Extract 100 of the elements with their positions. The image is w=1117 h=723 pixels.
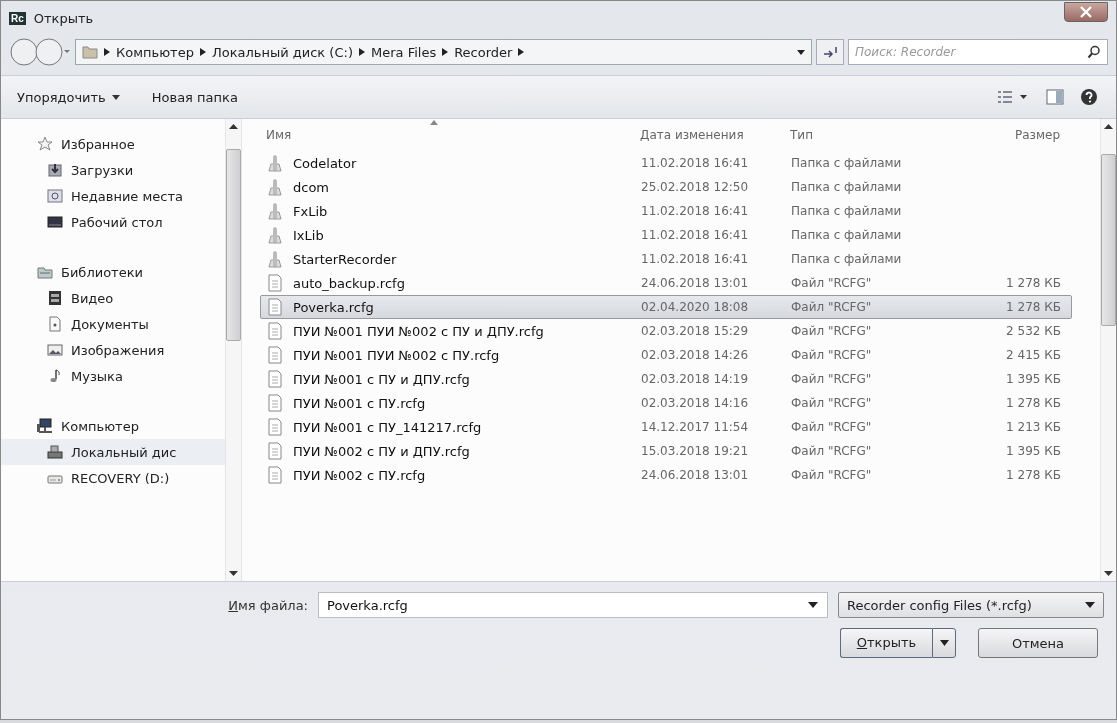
scroll-up-icon[interactable]: [1104, 123, 1113, 129]
file-row[interactable]: dcom 25.02.2018 12:50 Папка с файлами: [260, 175, 1072, 199]
scroll-down-icon[interactable]: [1104, 571, 1113, 577]
breadcrumb-item[interactable]: Компьютер: [116, 44, 194, 60]
sort-arrow-icon: [430, 120, 438, 125]
table-cell-text: Папка с файлами: [791, 252, 903, 266]
sidebar-item[interactable]: Видео: [71, 290, 114, 306]
file-name: ПУИ №001 с ПУ и ДПУ.rcfg: [293, 371, 470, 387]
computer-icon: [37, 418, 53, 434]
toolbar-button[interactable]: Новая папка: [145, 85, 244, 109]
file-name-field[interactable]: Poverka.rcfg: [318, 592, 828, 618]
chevron-icon: [358, 48, 365, 56]
dropdown-button[interactable]: [932, 628, 956, 658]
file-row[interactable]: IxLib 11.02.2018 16:41 Папка с файлами: [260, 223, 1072, 247]
column-header[interactable]: Размер: [950, 119, 1060, 151]
table-cell: 1 278 КБ: [1006, 300, 1061, 314]
file-row[interactable]: ПУИ №002 с ПУ и ДПУ.rcfg 15.03.2018 19:21 Файл "RCFG" 1 395 КБ: [260, 439, 1072, 463]
folder-icon: [267, 250, 283, 268]
file-row[interactable]: Codelator 11.02.2018 16:41 Папка с файлами: [260, 151, 1072, 175]
scroll-down-icon[interactable]: [229, 571, 238, 577]
address-bar[interactable]: Компьютер Локальный диск (C:) Mera Files Recorder: [75, 39, 812, 65]
table-cell: 2 415 КБ: [1006, 348, 1061, 362]
column-header[interactable]: Дата изменения: [640, 119, 790, 151]
picture-icon: [47, 342, 63, 358]
file-row[interactable]: ПУИ №001 с ПУ.rcfg 02.03.2018 14:16 Файл "RCFG" 1 278 КБ: [260, 391, 1072, 415]
table-cell-text: 02.03.2018 14:26: [641, 348, 750, 362]
file-name: ПУИ №001 с ПУ.rcfg: [293, 395, 426, 411]
column-header[interactable]: Имя: [260, 119, 640, 151]
sidebar-item[interactable]: Музыка: [71, 368, 123, 384]
table-cell-text: 02.04.2020 18:08: [641, 300, 750, 314]
document-icon: [267, 370, 283, 388]
file-row[interactable]: ПУИ №002 с ПУ.rcfg 24.06.2018 13:01 Файл "RCFG" 1 278 КБ: [260, 463, 1072, 487]
table-cell-text: 24.06.2018 13:01: [641, 276, 750, 290]
caret-icon: [1085, 602, 1095, 608]
file-row[interactable]: ПУИ №001 с ПУ_141217.rcfg 14.12.2017 11:54 Файл "RCFG" 1 213 КБ: [260, 415, 1072, 439]
cancel-button[interactable]: Отмена: [978, 628, 1098, 658]
sidebar-item[interactable]: Недавние места: [71, 188, 183, 204]
folder-icon: [267, 226, 283, 244]
table-cell-text: Файл "RCFG": [791, 420, 873, 434]
caret-icon[interactable]: [808, 602, 818, 608]
table-cell-text: Папка с файлами: [791, 204, 903, 218]
window-title: Открыть: [33, 10, 94, 26]
table-cell: 1 278 КБ: [1006, 396, 1061, 410]
caret-icon: [939, 640, 949, 646]
search-field[interactable]: Поиск: Recorder: [848, 39, 1108, 65]
sidebar-item[interactable]: Документы: [71, 316, 149, 332]
chevron-icon: [104, 48, 110, 56]
toolbar-button[interactable]: Упорядочить: [11, 85, 126, 109]
table-cell-text: Папка с файлами: [791, 156, 903, 170]
table-cell: 1 395 КБ: [1006, 372, 1061, 386]
file-name: ПУИ №001 ПУИ №002 с ПУ и ДПУ.rcfg: [293, 323, 544, 339]
file-type-dropdown[interactable]: Recorder config Files (*.rcfg): [838, 592, 1104, 618]
sidebar-item[interactable]: Избранное: [61, 136, 135, 152]
sidebar-item[interactable]: Библиотеки: [61, 264, 143, 280]
chevron-icon: [442, 48, 449, 56]
breadcrumb-item[interactable]: Mera Files: [370, 44, 437, 60]
file-row[interactable]: auto_backup.rcfg 24.06.2018 13:01 Файл "RCFG" 1 278 КБ: [260, 271, 1072, 295]
list-view-icon: [996, 89, 1030, 105]
table-cell-text: 25.02.2018 12:50: [641, 180, 750, 194]
file-name: Codelator: [293, 155, 357, 171]
file-name: IxLib: [293, 227, 324, 243]
table-cell-text: 14.12.2017 11:54: [641, 420, 750, 434]
sidebar-item[interactable]: Загрузки: [71, 162, 134, 178]
scroll-up-icon[interactable]: [229, 123, 238, 129]
sidebar-item[interactable]: Рабочий стол: [71, 214, 163, 230]
table-cell: 1 278 КБ: [1006, 276, 1061, 290]
column-header[interactable]: Тип: [790, 119, 950, 151]
sidebar-item[interactable]: Изображения: [71, 342, 165, 358]
folder-icon: [267, 154, 283, 172]
sidebar-scrollbar[interactable]: [225, 119, 241, 581]
refresh-button[interactable]: [816, 39, 844, 65]
file-row[interactable]: ПУИ №001 ПУИ №002 с ПУ и ДПУ.rcfg 02.03.2018 15:29 Файл "RCFG" 2 532 КБ: [260, 319, 1072, 343]
help-icon: [1080, 88, 1098, 106]
table-cell-text: 11.02.2018 16:41: [641, 156, 750, 170]
table-cell-text: 11.02.2018 16:41: [641, 204, 750, 218]
desktop-icon: [47, 214, 63, 230]
chevron-icon: [199, 48, 206, 56]
file-list-scrollbar[interactable]: [1100, 119, 1116, 581]
table-cell: 1 395 КБ: [1006, 444, 1061, 458]
sidebar-item[interactable]: Компьютер: [61, 418, 139, 434]
file-row[interactable]: Poverka.rcfg 02.04.2020 18:08 Файл "RCFG" 1 278 КБ: [260, 295, 1072, 319]
table-cell-text: 11.02.2018 16:41: [641, 228, 750, 242]
back-forward-buttons[interactable]: [9, 37, 71, 67]
breadcrumb-item[interactable]: Локальный диск (C:): [211, 44, 353, 60]
file-row[interactable]: ПУИ №001 с ПУ и ДПУ.rcfg 02.03.2018 14:19 Файл "RCFG" 1 395 КБ: [260, 367, 1072, 391]
file-name: ПУИ №002 с ПУ и ДПУ.rcfg: [293, 443, 470, 459]
file-row[interactable]: FxLib 11.02.2018 16:41 Папка с файлами: [260, 199, 1072, 223]
close-button[interactable]: [1064, 2, 1108, 22]
table-cell-text: 11.02.2018 16:41: [641, 252, 750, 266]
sidebar-item[interactable]: RECOVERY (D:): [71, 470, 170, 486]
file-row[interactable]: StarterRecorder 11.02.2018 16:41 Папка с файлами: [260, 247, 1072, 271]
open-button[interactable]: Открыть: [840, 628, 932, 658]
file-row[interactable]: ПУИ №001 ПУИ №002 с ПУ.rcfg 02.03.2018 14:26 Файл "RCFG" 2 415 КБ: [260, 343, 1072, 367]
chevron-icon: [518, 48, 525, 56]
file-name: ПУИ №002 с ПУ.rcfg: [293, 467, 426, 483]
document-icon: [267, 298, 283, 316]
file-name: Poverka.rcfg: [293, 299, 374, 315]
breadcrumb-item[interactable]: Recorder: [454, 44, 513, 60]
table-cell-text: Файл "RCFG": [791, 396, 873, 410]
table-cell-text: Файл "RCFG": [791, 276, 873, 290]
